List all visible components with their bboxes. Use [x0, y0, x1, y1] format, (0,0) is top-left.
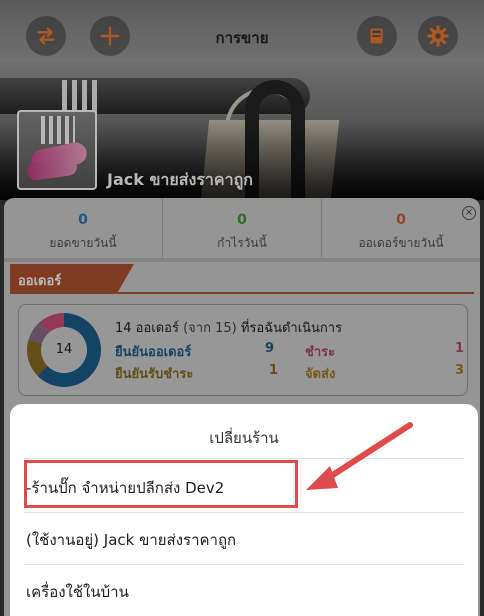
switch-shop-sheet: เปลี่ยนร้าน -ร้านปั๊ก จำหน่ายปลีกส่ง Dev…	[10, 404, 478, 616]
shop-option-household[interactable]: เครื่องใช้ในบ้าน	[26, 580, 129, 604]
divider	[24, 512, 464, 513]
divider	[24, 564, 464, 565]
shop-option-jack[interactable]: (ใช้งานอยู่) Jack ขายส่งราคาถูก	[26, 528, 236, 552]
sheet-title: เปลี่ยนร้าน	[209, 429, 279, 447]
annotation-highlight-box	[24, 460, 298, 508]
divider	[24, 458, 464, 459]
